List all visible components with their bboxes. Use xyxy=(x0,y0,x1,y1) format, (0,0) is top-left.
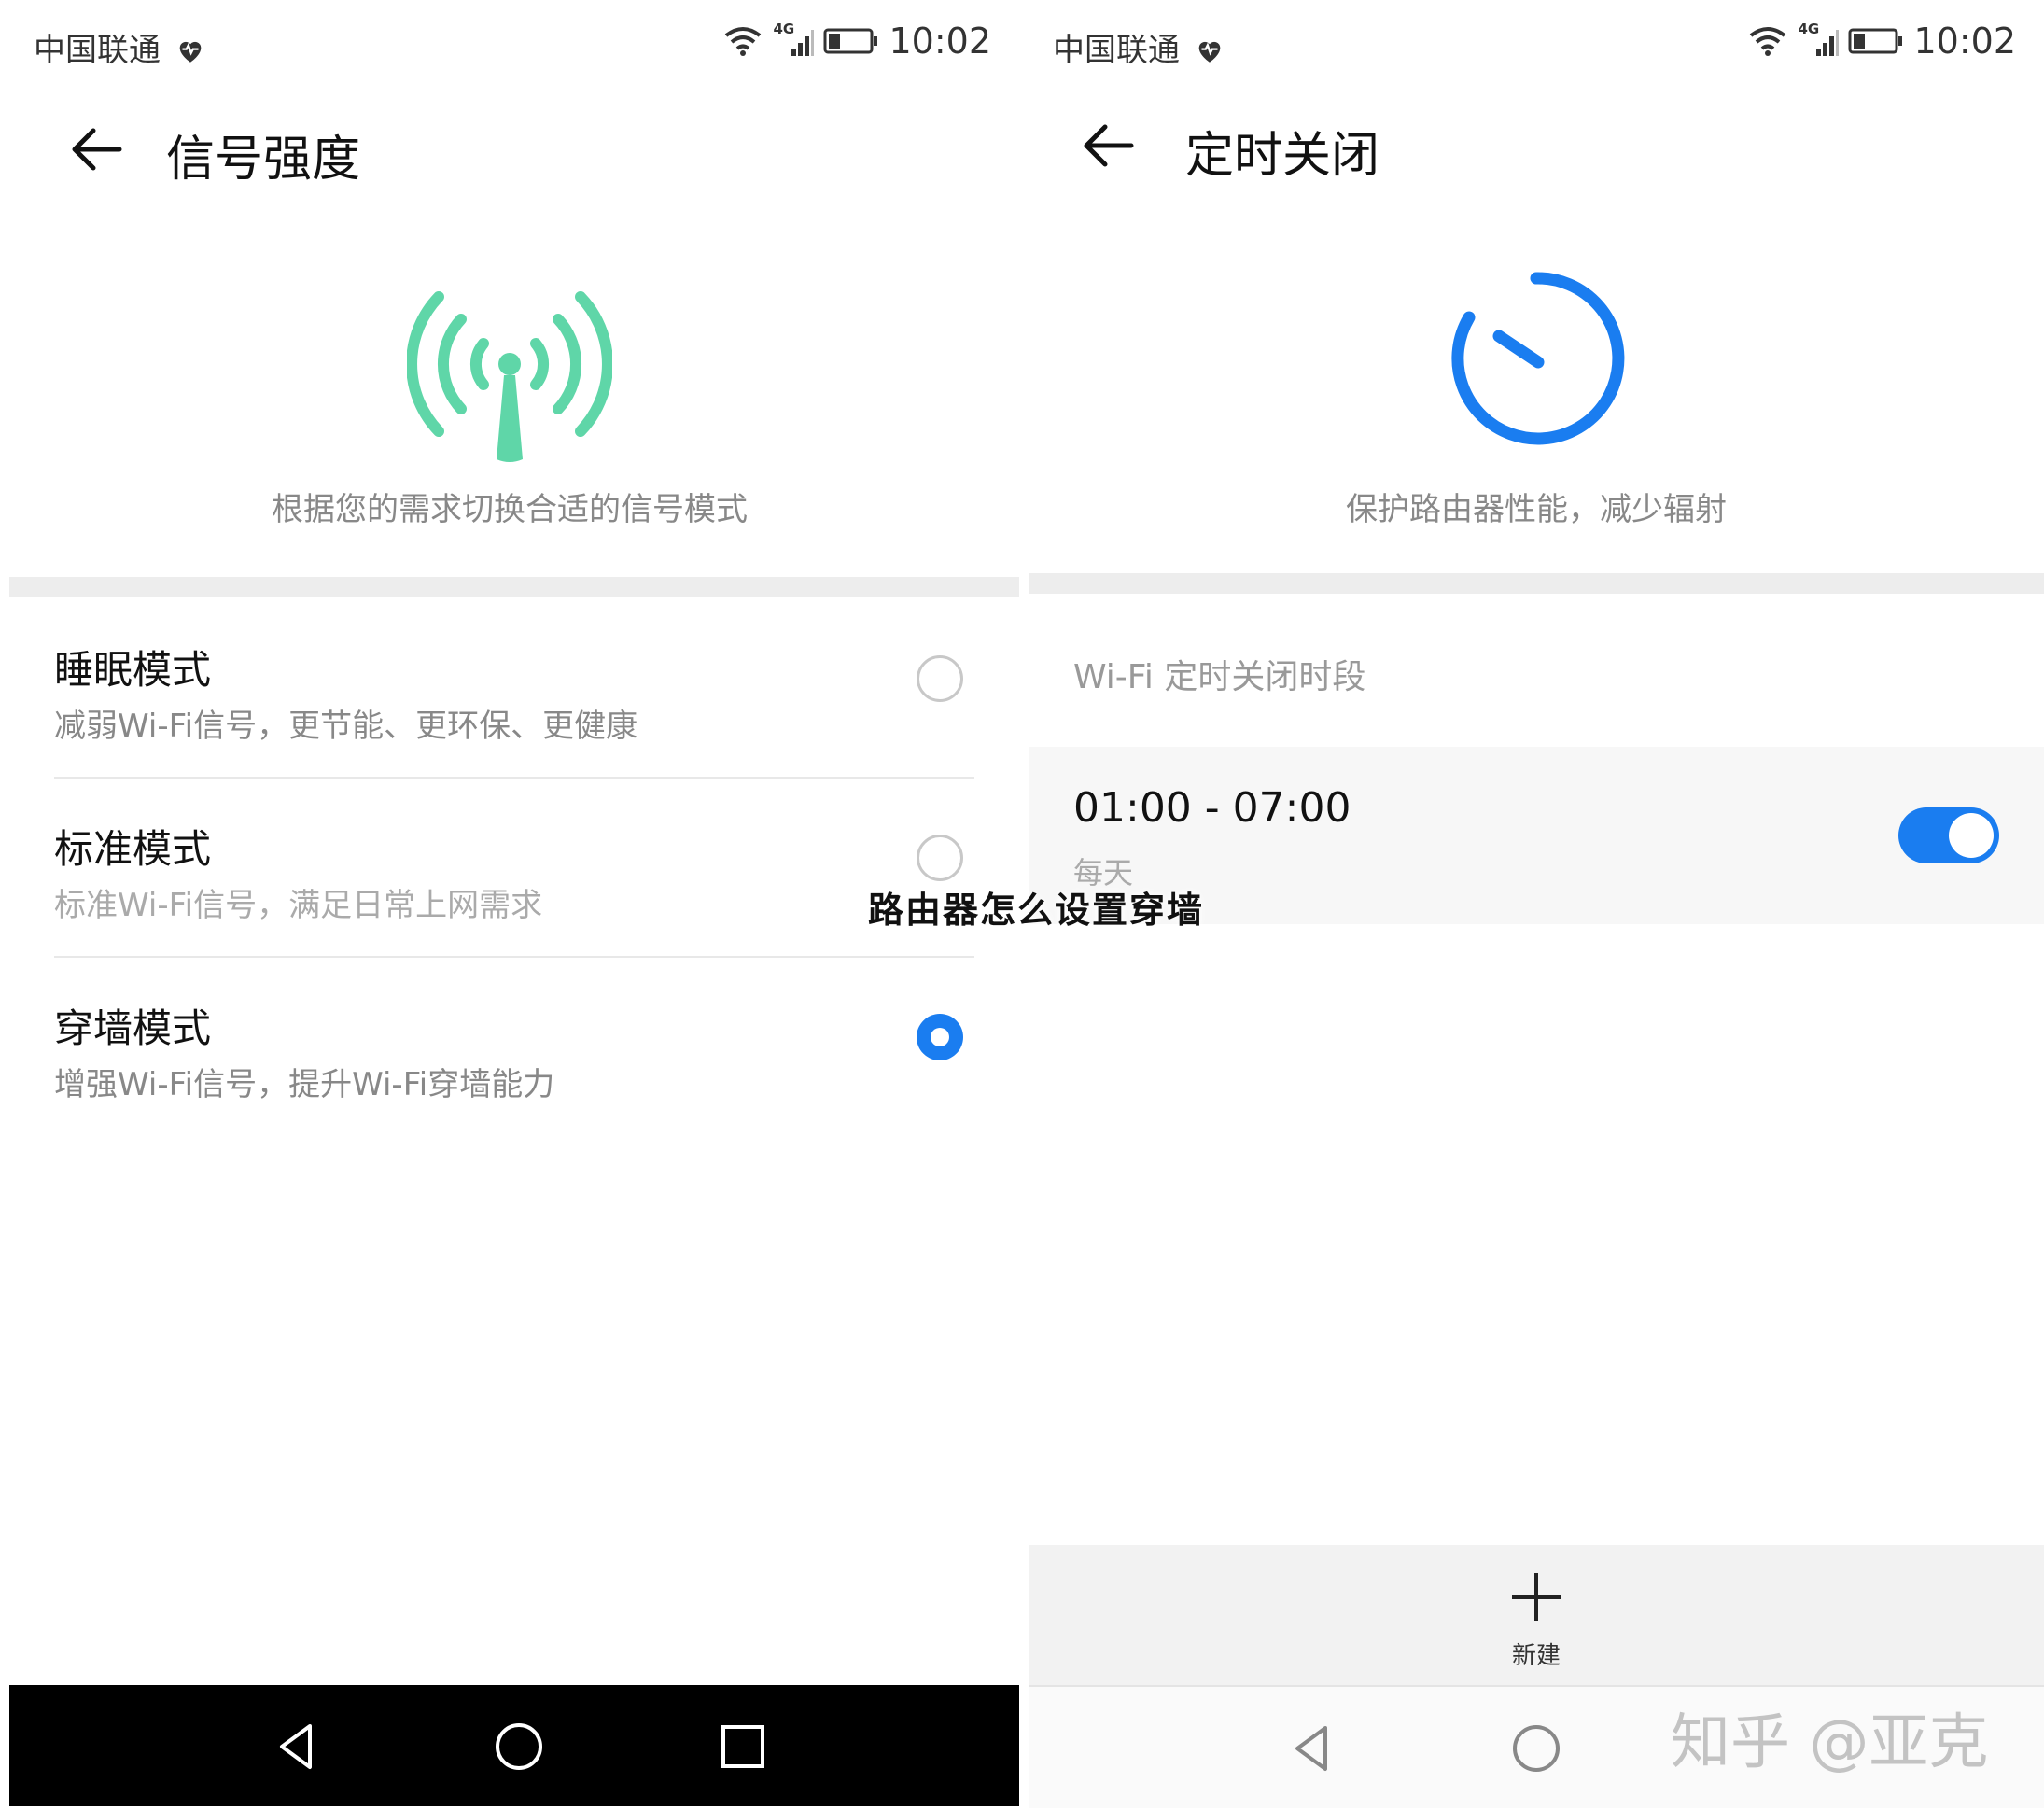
cellular-signal-icon: 4G xyxy=(1798,21,1840,58)
caption-overlay: 路由器怎么设置穿墙 xyxy=(868,890,1205,931)
app-header: 定时关闭 xyxy=(1029,99,2044,192)
hero-description: 根据您的需求切换合适的信号模式 xyxy=(272,491,748,528)
section-separator xyxy=(9,577,1019,597)
page-title: 信号强度 xyxy=(166,132,361,188)
hero-description: 保护路由器性能，减少辐射 xyxy=(1346,491,1727,528)
mode-option-standard[interactable]: 标准模式 标准Wi-Fi信号，满足日常上网需求 xyxy=(0,779,1019,956)
watermark: 知乎 @亚克 xyxy=(1671,1708,1989,1777)
mode-name: 穿墙模式 xyxy=(54,1005,212,1051)
clock: 10:02 xyxy=(889,21,991,62)
new-schedule-button[interactable]: 新建 xyxy=(1029,1545,2044,1685)
status-bar: 中国联通 4G 10:02 xyxy=(0,0,1019,90)
mode-option-sleep[interactable]: 睡眠模式 减弱Wi-Fi信号，更节能、更环保、更健康 xyxy=(0,599,1019,777)
nav-home-icon[interactable] xyxy=(1508,1720,1564,1776)
nav-home-icon[interactable] xyxy=(491,1719,547,1775)
status-icons: 4G 10:02 xyxy=(722,21,991,62)
toggle-knob xyxy=(1949,813,1994,858)
wifi-status-icon xyxy=(725,27,762,56)
back-arrow-icon[interactable] xyxy=(67,119,127,179)
mode-option-through-wall[interactable]: 穿墙模式 增强Wi-Fi信号，提升Wi-Fi穿墙能力 xyxy=(0,958,1019,1135)
mode-name: 标准模式 xyxy=(54,826,212,872)
carrier-label: 中国联通 xyxy=(34,24,206,70)
mode-description: 减弱Wi-Fi信号，更节能、更环保、更健康 xyxy=(54,708,638,745)
battery-icon xyxy=(823,28,878,54)
status-icons: 4G 10:02 xyxy=(1747,21,2016,62)
radio-button[interactable] xyxy=(917,655,963,702)
carrier-name: 中国联通 xyxy=(34,32,161,69)
section-separator xyxy=(1029,573,2044,594)
wifi-status-icon xyxy=(1750,27,1786,56)
mode-description: 标准Wi-Fi信号，满足日常上网需求 xyxy=(54,887,543,924)
section-label: Wi-Fi 定时关闭时段 xyxy=(1073,658,1366,696)
heart-icon xyxy=(1198,41,1221,63)
new-button-label: 新建 xyxy=(1511,1642,1561,1670)
battery-icon xyxy=(1848,28,1903,54)
schedule-time-range: 01:00 - 07:00 xyxy=(1073,784,1351,832)
signal-strength-screen: 中国联通 4G 10:02 信号强度 根据您的需求切换合适的信号模式 睡眠模式 … xyxy=(0,0,1019,1811)
page-title: 定时关闭 xyxy=(1185,128,1380,184)
mode-name: 睡眠模式 xyxy=(54,647,212,693)
app-header: 信号强度 xyxy=(0,103,1019,196)
heart-icon xyxy=(179,41,202,63)
nav-recents-icon[interactable] xyxy=(715,1719,771,1775)
schedule-toggle[interactable] xyxy=(1898,807,1999,863)
carrier-label: 中国联通 xyxy=(1053,24,1225,70)
mode-description: 增强Wi-Fi信号，提升Wi-Fi穿墙能力 xyxy=(54,1066,555,1103)
nav-back-icon[interactable] xyxy=(1284,1720,1340,1776)
radio-button-selected[interactable] xyxy=(917,1014,963,1060)
signal-antenna-icon xyxy=(407,291,612,462)
status-bar: 中国联通 4G 10:02 xyxy=(1029,0,2044,90)
back-arrow-icon[interactable] xyxy=(1079,116,1139,175)
radio-button[interactable] xyxy=(917,835,963,881)
system-nav-bar xyxy=(9,1685,1019,1806)
plus-icon xyxy=(1512,1573,1561,1621)
nav-back-icon[interactable] xyxy=(269,1719,325,1775)
cellular-signal-icon: 4G xyxy=(773,21,815,58)
clock: 10:02 xyxy=(1913,21,2016,62)
timer-icon xyxy=(1451,272,1625,445)
carrier-name: 中国联通 xyxy=(1053,32,1180,69)
